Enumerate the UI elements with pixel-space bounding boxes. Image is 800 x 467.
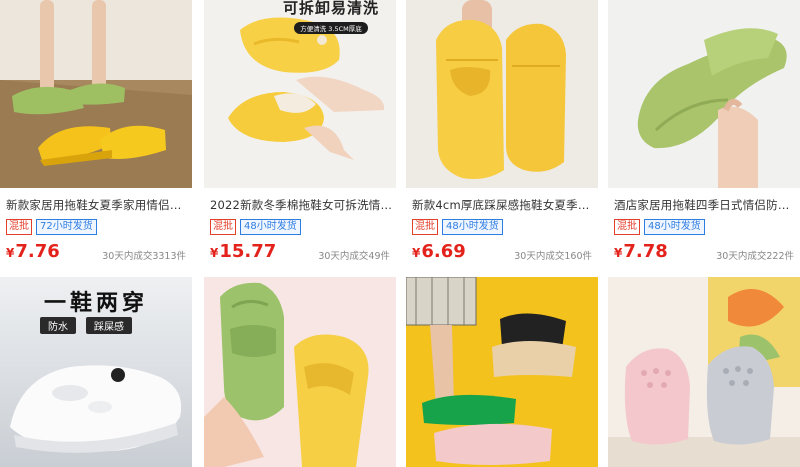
product-card[interactable]: 新款4cm厚底踩屎感拖鞋女夏季室内浴室 混批 48小时发货 ¥6.69 30天内… [406, 0, 598, 270]
promo-banner-text: 可拆卸易清洗 [282, 0, 379, 17]
product-card[interactable]: 一鞋两穿 防水 踩屎感 [0, 277, 192, 467]
product-image[interactable] [608, 0, 800, 188]
product-tags: 混批 72小时发货 [6, 219, 97, 235]
shipping-tag: 48小时发货 [240, 219, 301, 235]
product-tags: 混批 48小时发货 [412, 219, 503, 235]
sales-count: 30天内成交222件 [716, 251, 794, 262]
product-image[interactable] [608, 277, 800, 467]
mixed-batch-tag: 混批 [412, 219, 438, 235]
product-card[interactable]: 新款家居用拖鞋女夏季家用情侣室内防滑 混批 72小时发货 ¥7.76 30天内成… [0, 0, 192, 270]
product-title[interactable]: 酒店家居用拖鞋四季日式情侣防滑男女 [614, 197, 796, 213]
product-image[interactable] [204, 277, 396, 467]
promo-banner: 可拆卸易清洗 方便清洗 3.5CM厚底 [276, 0, 386, 36]
product-title[interactable]: 2022新款冬季棉拖鞋女可拆洗情侣家居 [210, 197, 392, 213]
sales-count: 30天内成交3313件 [102, 251, 186, 262]
product-card[interactable] [608, 277, 800, 467]
feature-chips: 防水 踩屎感 [40, 317, 132, 334]
product-tags: 混批 48小时发货 [614, 219, 705, 235]
product-title[interactable]: 新款4cm厚底踩屎感拖鞋女夏季室内浴室 [412, 197, 594, 213]
product-card[interactable] [204, 277, 396, 467]
product-card[interactable]: 酒店家居用拖鞋四季日式情侣防滑男女 混批 48小时发货 ¥7.78 30天内成交… [608, 0, 800, 270]
price-value: 6.69 [421, 241, 466, 262]
sales-count: 30天内成交160件 [514, 251, 592, 262]
promo-banner-subtext: 方便清洗 3.5CM厚底 [294, 22, 368, 34]
product-image[interactable] [406, 0, 598, 188]
currency-symbol: ¥ [210, 246, 219, 260]
product-price: ¥15.77 [210, 240, 276, 265]
product-card[interactable]: 可拆卸易清洗 方便清洗 3.5CM厚底 2022新款冬季棉拖鞋女可拆洗情侣家居 … [204, 0, 396, 270]
product-tags: 混批 48小时发货 [210, 219, 301, 235]
feature-chip-waterproof: 防水 [40, 317, 76, 334]
shipping-tag: 72小时发货 [36, 219, 97, 235]
currency-symbol: ¥ [412, 246, 421, 260]
product-price: ¥6.69 [412, 240, 466, 265]
promo-headline: 一鞋两穿 [43, 291, 148, 316]
product-image[interactable] [406, 277, 598, 467]
price-value: 7.76 [15, 241, 60, 262]
price-value: 7.78 [623, 241, 668, 262]
mixed-batch-tag: 混批 [210, 219, 236, 235]
feature-chip-soft: 踩屎感 [86, 317, 132, 334]
currency-symbol: ¥ [6, 246, 15, 260]
product-price: ¥7.78 [614, 240, 668, 265]
mixed-batch-tag: 混批 [614, 219, 640, 235]
price-value: 15.77 [219, 241, 277, 262]
product-image[interactable] [0, 0, 192, 188]
sales-count: 30天内成交49件 [318, 251, 390, 262]
product-grid: 新款家居用拖鞋女夏季家用情侣室内防滑 混批 72小时发货 ¥7.76 30天内成… [0, 0, 800, 467]
shipping-tag: 48小时发货 [442, 219, 503, 235]
product-title[interactable]: 新款家居用拖鞋女夏季家用情侣室内防滑 [6, 197, 188, 213]
product-card[interactable] [406, 277, 598, 467]
product-price: ¥7.76 [6, 240, 60, 265]
currency-symbol: ¥ [614, 246, 623, 260]
shipping-tag: 48小时发货 [644, 219, 705, 235]
mixed-batch-tag: 混批 [6, 219, 32, 235]
